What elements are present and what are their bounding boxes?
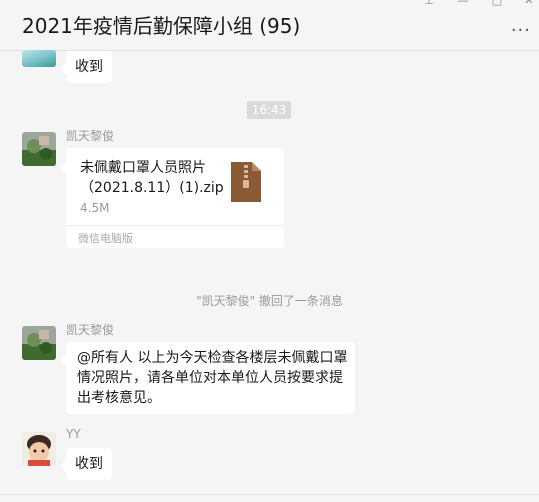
timestamp: 16:43 (247, 101, 291, 119)
file-message-card[interactable]: 未佩戴口罩人员照片（2021.8.11）(1).zip 4.5M 微信电脑版 (60, 148, 284, 248)
recall-notice: "凯天黎俊" 撤回了一条消息 (196, 294, 343, 308)
input-divider (0, 494, 539, 495)
file-size: 4.5M (80, 201, 110, 215)
message-bubble[interactable]: @所有人 以上为今天检查各楼层未佩戴口罩 情况照片，请各单位对本单位人员按要求提… (60, 342, 355, 414)
file-card-divider (66, 225, 284, 226)
chat-header: 2021年疫情后勤保障小组 (95) ⊥ — □ ✕ ··· (0, 0, 539, 51)
file-name: 未佩戴口罩人员照片（2021.8.11）(1).zip (80, 160, 224, 196)
chat-title: 2021年疫情后勤保障小组 (95) (22, 14, 301, 38)
close-icon[interactable]: ✕ (522, 0, 536, 8)
message-text: 收到 (75, 456, 103, 472)
more-options-icon[interactable]: ··· (511, 22, 531, 40)
avatar[interactable] (22, 50, 56, 67)
pin-icon[interactable]: ⊥ (422, 0, 436, 8)
message-line: 情况照片，请各单位对本单位人员按要求提 (77, 370, 343, 386)
avatar[interactable] (22, 326, 56, 360)
avatar[interactable] (22, 432, 56, 466)
maximize-icon[interactable]: □ (490, 0, 504, 8)
minimize-icon[interactable]: — (456, 0, 470, 8)
message-text: @所有人 以上为今天检查各楼层未佩戴口罩 情况照片，请各单位对本单位人员按要求提… (77, 348, 347, 408)
sender-name: YY (66, 427, 81, 441)
sender-name: 凯天黎俊 (66, 129, 115, 143)
message-text: 收到 (75, 59, 103, 75)
message-line: @所有人 以上为今天检查各楼层未佩戴口罩 (77, 350, 348, 366)
message-bubble[interactable]: 收到 (60, 51, 112, 83)
message-bubble[interactable]: 收到 (60, 448, 112, 480)
avatar[interactable] (22, 132, 56, 166)
sender-name: 凯天黎俊 (66, 323, 115, 337)
file-source: 微信电脑版 (78, 232, 133, 245)
zip-file-icon (231, 162, 261, 202)
message-line: 出考核意见。 (77, 390, 161, 406)
